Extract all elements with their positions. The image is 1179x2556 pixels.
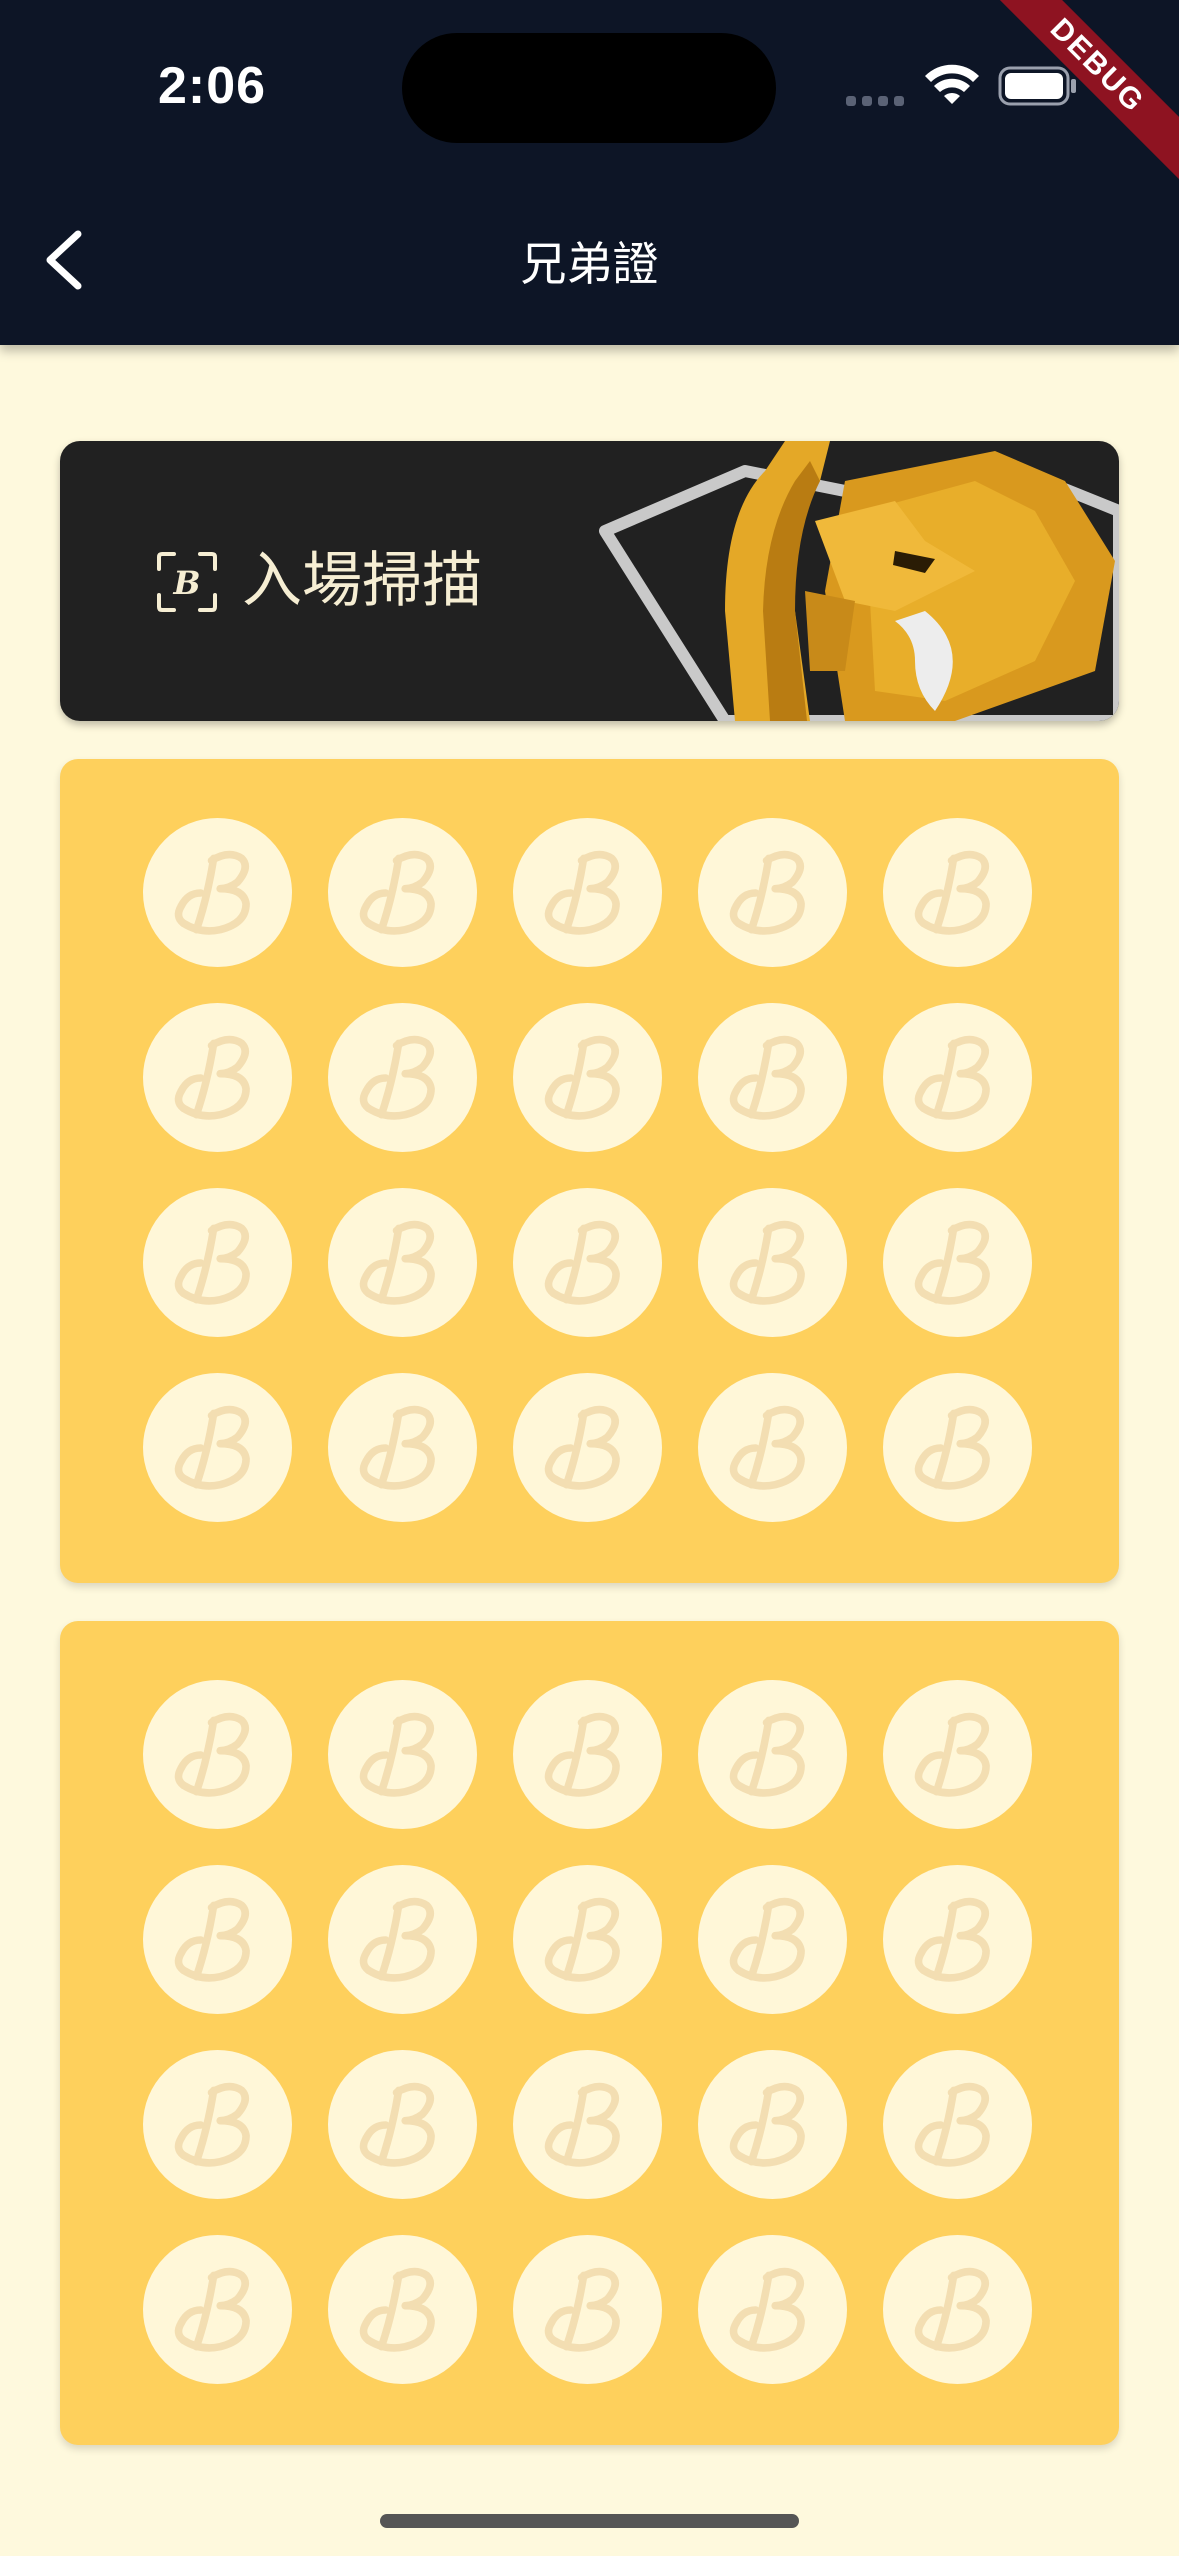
brothers-logo-icon <box>904 1024 1012 1132</box>
page-title: 兄弟證 <box>520 237 659 291</box>
brothers-logo-icon <box>904 1701 1012 1809</box>
dynamic-island <box>402 33 776 143</box>
brothers-logo-icon <box>719 839 827 947</box>
stamp-slot <box>328 1680 477 1829</box>
stamp-slot <box>513 1003 662 1152</box>
stamp-slot <box>698 2050 847 2199</box>
brothers-logo-icon <box>904 2256 1012 2364</box>
brothers-logo-icon <box>904 1394 1012 1502</box>
stamp-slot <box>143 1373 292 1522</box>
brothers-logo-icon <box>164 1886 272 1994</box>
stamp-slot <box>143 818 292 967</box>
stamp-slot <box>328 2235 477 2384</box>
stamp-slot <box>698 1865 847 2014</box>
stamp-slot <box>328 1003 477 1152</box>
status-bar-time: 2:06 <box>158 57 267 115</box>
brothers-logo-icon <box>534 1701 642 1809</box>
stamp-slot <box>513 1865 662 2014</box>
brothers-logo-icon <box>164 1394 272 1502</box>
debug-banner-label: DEBUG <box>989 0 1179 181</box>
stamp-slot <box>143 2050 292 2199</box>
brothers-logo-icon <box>719 1209 827 1317</box>
stamp-slot <box>883 1373 1032 1522</box>
stamp-slot <box>698 2235 847 2384</box>
brothers-logo-icon <box>534 1209 642 1317</box>
stamp-slot <box>328 1188 477 1337</box>
debug-banner: DEBUG <box>989 0 1179 190</box>
stamp-slot <box>513 1373 662 1522</box>
stamp-slot <box>513 2050 662 2199</box>
stamp-slot <box>328 1373 477 1522</box>
stamp-slot <box>883 2050 1032 2199</box>
qr-scan-icon: B <box>157 552 217 612</box>
stamp-slot <box>883 1680 1032 1829</box>
stamp-slot <box>143 1680 292 1829</box>
stamp-slot <box>883 1865 1032 2014</box>
brothers-logo-icon <box>534 1886 642 1994</box>
stamp-slot <box>513 1680 662 1829</box>
brothers-logo-icon <box>534 839 642 947</box>
cellular-signal-icon <box>846 96 906 110</box>
stamp-slot <box>328 818 477 967</box>
home-indicator[interactable] <box>380 2514 799 2528</box>
stamp-card-1 <box>60 759 1119 1583</box>
brothers-logo-icon <box>904 1209 1012 1317</box>
brothers-logo-icon <box>349 2256 457 2364</box>
brothers-logo-icon <box>349 839 457 947</box>
brothers-logo-icon <box>349 1209 457 1317</box>
brothers-logo-icon <box>164 1209 272 1317</box>
brothers-logo-icon <box>904 1886 1012 1994</box>
brothers-logo-icon <box>164 2071 272 2179</box>
elephant-mascot-image <box>599 441 1119 721</box>
stamp-slot <box>698 1680 847 1829</box>
brothers-logo-icon <box>904 839 1012 947</box>
stamp-slot <box>698 1373 847 1522</box>
stamp-grid <box>143 1680 1032 2384</box>
stamp-slot <box>883 1003 1032 1152</box>
brothers-logo-icon <box>164 2256 272 2364</box>
stamp-slot <box>328 2050 477 2199</box>
stamp-slot <box>883 2235 1032 2384</box>
brothers-logo-icon <box>349 1024 457 1132</box>
brothers-logo-icon <box>904 2071 1012 2179</box>
stamp-slot <box>143 2235 292 2384</box>
brothers-logo-icon <box>164 839 272 947</box>
stamp-card-2 <box>60 1621 1119 2445</box>
stamp-slot <box>698 818 847 967</box>
stamp-slot <box>513 2235 662 2384</box>
brothers-logo-icon <box>534 1394 642 1502</box>
brothers-logo-icon <box>719 1886 827 1994</box>
stamp-slot <box>143 1003 292 1152</box>
entry-scan-label: 入場掃描 <box>242 546 482 616</box>
stamp-slot <box>698 1188 847 1337</box>
stamp-grid <box>143 818 1032 1522</box>
stamp-slot <box>143 1188 292 1337</box>
stamp-slot <box>513 1188 662 1337</box>
brothers-logo-icon <box>534 2256 642 2364</box>
brothers-logo-icon <box>164 1024 272 1132</box>
stamp-slot <box>143 1865 292 2014</box>
wifi-icon <box>925 64 979 104</box>
brothers-logo-icon <box>349 1886 457 1994</box>
svg-text:B: B <box>172 564 200 602</box>
brothers-logo-icon <box>349 2071 457 2179</box>
brothers-logo-icon <box>349 1701 457 1809</box>
stamp-slot <box>513 818 662 967</box>
brothers-logo-icon <box>534 1024 642 1132</box>
brothers-logo-icon <box>719 1701 827 1809</box>
brothers-logo-icon <box>534 2071 642 2179</box>
stamp-slot <box>328 1865 477 2014</box>
brothers-logo-icon <box>719 1024 827 1132</box>
stamp-slot <box>883 818 1032 967</box>
brothers-logo-icon <box>719 2071 827 2179</box>
brothers-logo-icon <box>719 2256 827 2364</box>
brothers-logo-icon <box>349 1394 457 1502</box>
entry-scan-button[interactable]: B 入場掃描 <box>60 441 1119 721</box>
stamp-slot <box>698 1003 847 1152</box>
brothers-logo-icon <box>164 1701 272 1809</box>
stamp-slot <box>883 1188 1032 1337</box>
brothers-logo-icon <box>719 1394 827 1502</box>
